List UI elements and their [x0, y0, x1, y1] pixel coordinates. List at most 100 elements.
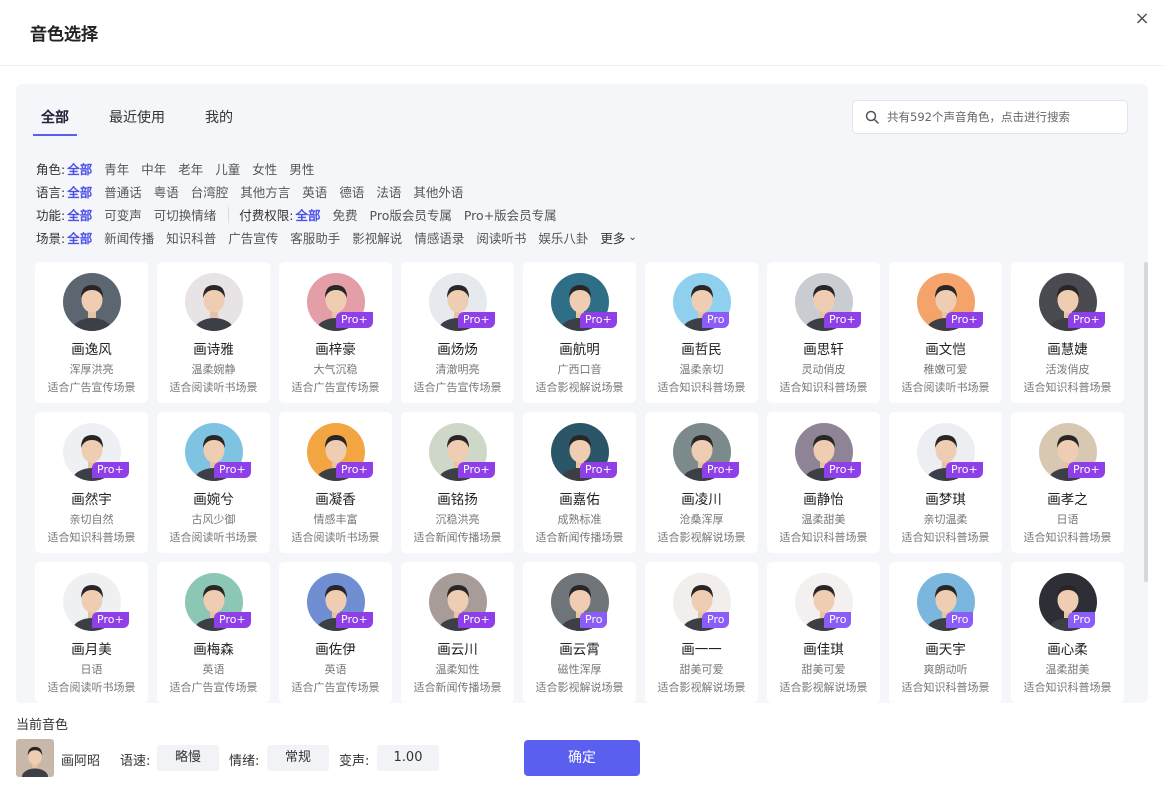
filter-option-language[interactable]: 全部 — [67, 182, 92, 201]
speed-select[interactable]: 略慢 — [157, 745, 219, 771]
filter-option-payment[interactable]: Pro版会员专属 — [370, 205, 452, 224]
filter-option-scene[interactable]: 知识科普 — [166, 228, 216, 247]
voice-card[interactable]: Pro+ 画然宇 亲切自然 适合知识科普场景 — [35, 412, 148, 553]
filter-option-role[interactable]: 青年 — [104, 159, 129, 178]
filter-option-payment[interactable]: Pro+版会员专属 — [464, 205, 557, 224]
filter-option-scene[interactable]: 全部 — [67, 228, 92, 247]
voice-card[interactable]: Pro+ 画文恺 稚嫩可爱 适合阅读听书场景 — [889, 262, 1002, 403]
filter-option-scene[interactable]: 情感语录 — [414, 228, 464, 247]
voice-name: 画佐伊 — [315, 642, 356, 658]
membership-badge: Pro+ — [336, 312, 373, 328]
filter-option-role[interactable]: 男性 — [289, 159, 314, 178]
voice-description: 温柔婉静 — [191, 363, 236, 376]
filter-option-scene[interactable]: 阅读听书 — [476, 228, 526, 247]
voice-card[interactable]: Pro+ 画梓豪 大气沉稳 适合广告宣传场景 — [279, 262, 392, 403]
filter-option-scene[interactable]: 广告宣传 — [228, 228, 278, 247]
filter-option-language[interactable]: 其他方言 — [240, 182, 290, 201]
filter-option-scene[interactable]: 娱乐八卦 — [538, 228, 588, 247]
voice-card[interactable]: Pro+ 画云川 温柔知性 适合新闻传播场景 — [401, 562, 514, 703]
voice-card[interactable]: Pro+ 画梦琪 亲切温柔 适合知识科普场景 — [889, 412, 1002, 553]
filter-option-scene[interactable]: 影视解说 — [352, 228, 402, 247]
voice-scene: 适合影视解说场景 — [657, 531, 746, 544]
filter-option-scene[interactable]: 新闻传播 — [104, 228, 154, 247]
voice-card[interactable]: Pro+ 画慧婕 活泼俏皮 适合知识科普场景 — [1011, 262, 1124, 403]
voice-card[interactable]: Pro 画心柔 温柔甜美 适合知识科普场景 — [1011, 562, 1124, 703]
filter-option-language[interactable]: 法语 — [376, 182, 401, 201]
membership-badge: Pro+ — [824, 312, 861, 328]
voice-card[interactable]: Pro+ 画航明 广西口音 适合影视解说场景 — [523, 262, 636, 403]
voice-description: 灵动俏皮 — [801, 363, 846, 376]
voice-card[interactable]: Pro+ 画月美 日语 适合阅读听书场景 — [35, 562, 148, 703]
filter-option-role[interactable]: 老年 — [178, 159, 203, 178]
voice-card[interactable]: Pro 画一一 甜美可爱 适合影视解说场景 — [645, 562, 758, 703]
filter-option-payment[interactable]: 免费 — [333, 205, 358, 224]
voice-card[interactable]: Pro+ 画思轩 灵动俏皮 适合知识科普场景 — [767, 262, 880, 403]
voice-change-label: 变声: — [339, 754, 370, 769]
voice-name: 画思轩 — [803, 342, 844, 358]
filter-option-language[interactable]: 普通话 — [104, 182, 142, 201]
membership-badge: Pro+ — [824, 462, 861, 478]
filter-option-language[interactable]: 其他外语 — [413, 182, 463, 201]
voice-card[interactable]: Pro 画哲民 温柔亲切 适合知识科普场景 — [645, 262, 758, 403]
voice-card[interactable]: Pro+ 画梅森 英语 适合广告宣传场景 — [157, 562, 270, 703]
voice-card[interactable]: Pro+ 画炀炀 清澈明亮 适合广告宣传场景 — [401, 262, 514, 403]
voice-card[interactable]: Pro+ 画静怡 温柔甜美 适合知识科普场景 — [767, 412, 880, 553]
membership-badge: Pro — [1068, 612, 1096, 628]
voice-card[interactable]: Pro+ 画凌川 沧桑浑厚 适合影视解说场景 — [645, 412, 758, 553]
voice-card[interactable]: Pro+ 画孝之 日语 适合知识科普场景 — [1011, 412, 1124, 553]
filter-option-language[interactable]: 英语 — [302, 182, 327, 201]
tab-all[interactable]: 全部 — [33, 108, 77, 136]
voice-card[interactable]: 画诗雅 温柔婉静 适合阅读听书场景 — [157, 262, 270, 403]
voice-scene: 适合知识科普场景 — [657, 381, 746, 394]
voice-card[interactable]: Pro+ 画铭扬 沉稳洪亮 适合新闻传播场景 — [401, 412, 514, 553]
filter-option-language[interactable]: 粤语 — [154, 182, 179, 201]
filter-option-role[interactable]: 中年 — [141, 159, 166, 178]
voice-card[interactable]: Pro+ 画婉兮 古风少御 适合阅读听书场景 — [157, 412, 270, 553]
filter-row-language: 语言: 全部 普通话 粤语 台湾腔 其他方言 英语 德语 法语 其他外语 — [36, 180, 1126, 203]
voice-grid: 画逸风 浑厚洪亮 适合广告宣传场景 画诗雅 温柔婉静 适合阅读听书场景 Pro+ 画梓豪 大气沉… — [35, 262, 1127, 703]
filter-option-role[interactable]: 全部 — [67, 159, 92, 178]
voice-scene: 适合知识科普场景 — [1023, 531, 1112, 544]
filter-option-role[interactable]: 女性 — [252, 159, 277, 178]
filter-option-role[interactable]: 儿童 — [215, 159, 240, 178]
search-input[interactable] — [887, 101, 1119, 133]
voice-card[interactable]: Pro+ 画凝香 情感丰富 适合阅读听书场景 — [279, 412, 392, 553]
voice-scene: 适合影视解说场景 — [779, 681, 868, 694]
voice-scene: 适合知识科普场景 — [901, 681, 990, 694]
voice-name: 画月美 — [71, 642, 112, 658]
search-box[interactable] — [852, 100, 1128, 134]
filter-option-function[interactable]: 可变声 — [104, 205, 142, 224]
more-dropdown[interactable]: 更多 ⌄ — [600, 228, 636, 247]
filter-option-function[interactable]: 全部 — [67, 205, 92, 224]
tab-recent[interactable]: 最近使用 — [101, 108, 173, 136]
voice-name: 画天宇 — [925, 642, 966, 658]
voice-card[interactable]: Pro 画云霄 磁性浑厚 适合影视解说场景 — [523, 562, 636, 703]
filter-option-language[interactable]: 德语 — [339, 182, 364, 201]
confirm-button[interactable]: 确定 — [524, 740, 640, 776]
emotion-select[interactable]: 常规 — [267, 745, 329, 771]
filter-option-language[interactable]: 台湾腔 — [191, 182, 229, 201]
filter-option-payment[interactable]: 全部 — [295, 205, 320, 224]
voice-scene: 适合新闻传播场景 — [413, 681, 502, 694]
filter-option-function[interactable]: 可切换情绪 — [154, 205, 217, 224]
scrollbar[interactable] — [1144, 262, 1148, 582]
voice-name: 画然宇 — [71, 492, 112, 508]
voice-card[interactable]: Pro+ 画佐伊 英语 适合广告宣传场景 — [279, 562, 392, 703]
voice-card[interactable]: Pro 画天宇 爽朗动听 适合知识科普场景 — [889, 562, 1002, 703]
voice-scene: 适合影视解说场景 — [657, 681, 746, 694]
tab-mine[interactable]: 我的 — [197, 108, 241, 136]
voice-name: 画婉兮 — [193, 492, 234, 508]
voice-card[interactable]: Pro+ 画嘉佑 成熟标准 适合新闻传播场景 — [523, 412, 636, 553]
membership-badge: Pro — [702, 612, 730, 628]
membership-badge: Pro+ — [92, 612, 129, 628]
filter-option-scene[interactable]: 客服助手 — [290, 228, 340, 247]
membership-badge: Pro+ — [946, 462, 983, 478]
voice-name: 画嘉佑 — [559, 492, 600, 508]
voice-card[interactable]: 画逸风 浑厚洪亮 适合广告宣传场景 — [35, 262, 148, 403]
voice-description: 亲切自然 — [69, 513, 114, 526]
voice-description: 沉稳洪亮 — [435, 513, 480, 526]
voice-name: 画文恺 — [925, 342, 966, 358]
voice-card[interactable]: Pro 画佳琪 甜美可爱 适合影视解说场景 — [767, 562, 880, 703]
voice-change-input[interactable]: 1.00 — [377, 745, 439, 771]
close-icon[interactable]: × — [1133, 9, 1151, 29]
